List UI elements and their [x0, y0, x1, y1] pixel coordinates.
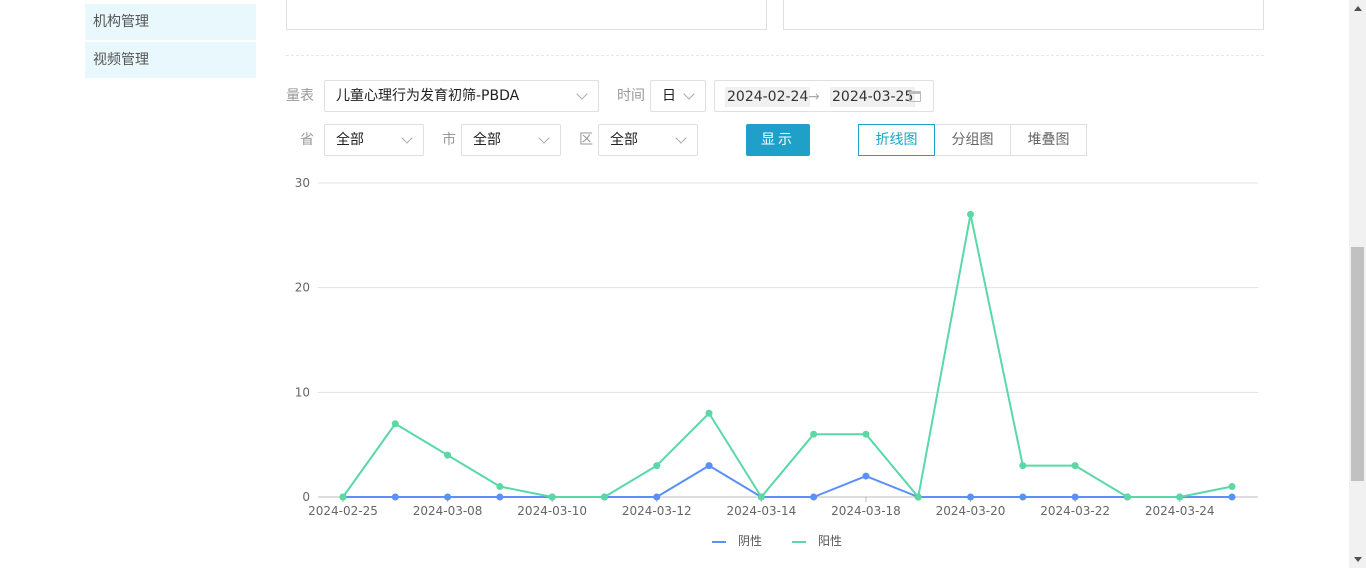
tab-stacked-chart[interactable]: 堆叠图 [1010, 124, 1087, 156]
data-point-0 [444, 493, 452, 501]
date-start-input[interactable]: 2024-02-24 [725, 87, 811, 107]
district-select[interactable]: 全部 [598, 124, 698, 156]
page-scrollbar[interactable] [1349, 0, 1366, 568]
province-label: 省 [300, 132, 314, 148]
time-label: 时间 [617, 88, 645, 104]
x-tick-label: 2024-03-20 [936, 504, 1006, 518]
chevron-down-icon [576, 88, 588, 100]
x-tick-label: 2024-03-14 [726, 504, 796, 518]
top-panel-left [286, 0, 767, 30]
data-point-0 [1019, 493, 1027, 501]
district-select-value: 全部 [610, 132, 638, 148]
scale-label: 量表 [286, 88, 314, 104]
data-point-1 [444, 451, 452, 459]
sidebar-item-institution[interactable]: 机构管理 [85, 4, 256, 40]
data-point-1 [1071, 462, 1079, 470]
legend-item-positive[interactable]: 阳性 [792, 532, 842, 550]
x-tick-label: 2024-03-24 [1145, 504, 1215, 518]
legend-label-negative: 阴性 [738, 534, 763, 548]
time-unit-select[interactable]: 日 [650, 80, 706, 112]
section-divider [286, 55, 1264, 56]
data-point-1 [1123, 493, 1131, 501]
sidebar: 机构管理 视频管理 [85, 0, 256, 80]
series-line-0 [343, 464, 1232, 498]
x-tick-label: 2024-03-10 [517, 504, 587, 518]
data-point-0 [496, 493, 504, 501]
data-point-1 [496, 483, 504, 491]
chevron-down-icon [675, 132, 687, 144]
scale-select-value: 儿童心理行为发育初筛-PBDA [336, 88, 520, 104]
x-tick-label: 2024-03-08 [413, 504, 483, 518]
data-point-1 [391, 420, 399, 428]
x-tick-label: 2024-03-22 [1040, 504, 1110, 518]
legend-item-negative[interactable]: 阴性 [712, 532, 762, 550]
chevron-down-icon [401, 132, 413, 144]
x-tick-label: 2024-03-18 [831, 504, 901, 518]
data-point-1 [810, 430, 818, 438]
data-point-1 [1176, 493, 1184, 501]
province-select[interactable]: 全部 [324, 124, 424, 156]
legend-label-positive: 阳性 [818, 534, 843, 548]
date-end-input[interactable]: 2024-03-25 [830, 87, 916, 107]
data-point-0 [1071, 493, 1079, 501]
data-point-0 [653, 493, 661, 501]
y-tick-label: 20 [295, 281, 310, 295]
data-point-1 [339, 493, 347, 501]
data-point-1 [914, 493, 922, 501]
data-point-1 [653, 462, 661, 470]
date-range-picker[interactable]: 2024-02-24 → 2024-03-25 [714, 80, 934, 112]
city-label: 市 [442, 132, 456, 148]
city-select-value: 全部 [473, 132, 501, 148]
scroll-down-icon[interactable] [1354, 557, 1362, 562]
data-point-1 [548, 493, 556, 501]
calendar-icon [909, 91, 921, 102]
data-point-0 [705, 462, 713, 470]
province-select-value: 全部 [336, 132, 364, 148]
chevron-down-icon [683, 88, 695, 100]
data-point-0 [810, 493, 818, 501]
top-panel-right [783, 0, 1264, 30]
range-arrow-icon: → [808, 89, 820, 105]
x-tick-label: 2024-02-25 [308, 504, 378, 518]
district-label: 区 [579, 132, 593, 148]
data-point-0 [967, 493, 975, 501]
data-point-1 [862, 430, 870, 438]
data-point-1 [600, 493, 608, 501]
tab-grouped-chart[interactable]: 分组图 [934, 124, 1011, 156]
data-point-1 [705, 409, 713, 417]
data-point-1 [967, 210, 975, 218]
sidebar-item-video[interactable]: 视频管理 [85, 42, 256, 78]
scroll-up-icon[interactable] [1354, 6, 1362, 11]
tab-line-chart[interactable]: 折线图 [858, 124, 935, 156]
x-tick-label: 2024-03-12 [622, 504, 692, 518]
legend-swatch-negative [712, 540, 726, 543]
chevron-down-icon [538, 132, 550, 144]
data-point-1 [1228, 483, 1236, 491]
city-select[interactable]: 全部 [461, 124, 561, 156]
scroll-thumb[interactable] [1351, 247, 1364, 481]
y-tick-label: 30 [295, 176, 310, 190]
legend-swatch-positive [792, 540, 806, 543]
y-tick-label: 0 [302, 490, 310, 504]
data-point-0 [1228, 493, 1236, 501]
show-button[interactable]: 显示 [746, 124, 810, 156]
time-unit-value: 日 [662, 88, 676, 104]
data-point-1 [757, 493, 765, 501]
line-chart: 0 10 20 30 2024-02-25 2024-03-08 2024-03-10 202… [295, 176, 1258, 518]
data-point-1 [1019, 462, 1027, 470]
data-point-0 [391, 493, 399, 501]
series-line-1 [342, 213, 1233, 498]
y-tick-label: 10 [295, 385, 310, 399]
data-point-0 [862, 472, 870, 480]
scale-select[interactable]: 儿童心理行为发育初筛-PBDA [324, 80, 599, 112]
